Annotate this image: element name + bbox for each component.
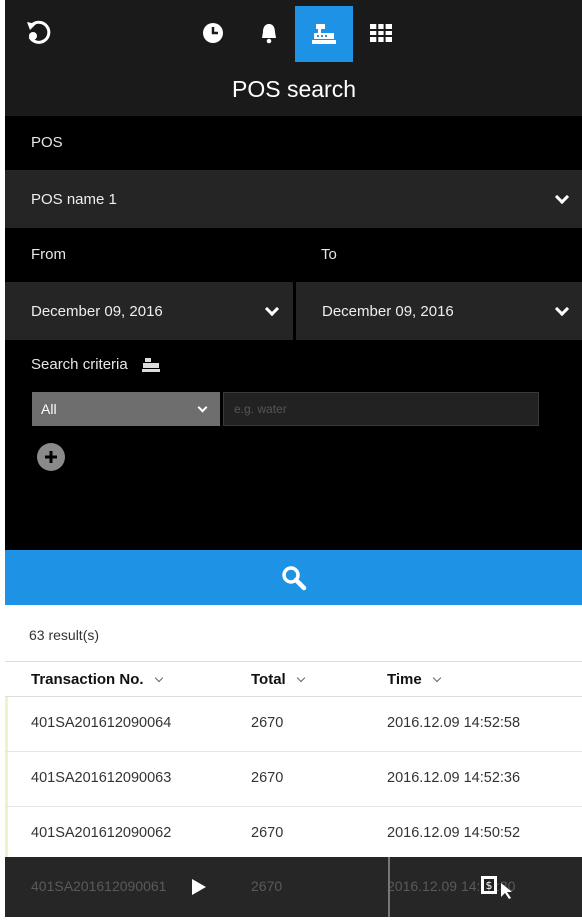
register-icon [141,357,160,372]
bell-icon[interactable] [247,10,291,56]
snapshot-cursor-icon: $ [481,876,512,899]
search-button[interactable] [5,550,582,605]
search-icon [282,565,307,590]
column-header-transaction[interactable]: Transaction No. [31,671,163,688]
table-row[interactable]: 401SA201612090063 2670 2016.12.09 14:52:… [5,752,582,807]
chevron-down-icon [264,301,280,317]
column-header-total[interactable]: Total [251,671,305,688]
sort-chevron-icon [296,673,305,682]
from-label: From [31,245,66,263]
plus-icon [45,451,57,463]
play-icon [192,879,206,895]
criteria-type-select[interactable]: All [32,392,220,426]
column-header-time[interactable]: Time [387,671,441,688]
snapshot-button[interactable]: $ [479,873,519,901]
column-header-label: Transaction No. [31,671,144,688]
pos-search-screen: POS search POS POS name 1 From To Decemb… [5,0,582,924]
total-value: 2670 [251,825,284,841]
criteria-placeholder: e.g. water [234,402,287,416]
play-button[interactable] [189,877,209,897]
pos-register-icon[interactable] [295,6,353,62]
criteria-keyword-input[interactable]: e.g. water [223,392,539,426]
time-value: 2016.12.09 14:52:58 [387,715,521,731]
column-header-label: Total [251,671,286,688]
top-nav-bar [5,0,582,62]
transaction-no: 401SA201612090063 [31,770,172,786]
table-row[interactable]: 401SA201612090062 2670 2016.12.09 14:50:… [5,807,582,862]
time-value: 2016.12.09 14:50:52 [387,825,521,841]
chevron-down-icon [554,301,570,317]
page-title: POS search [232,75,356,102]
date-labels-row: From To [5,228,582,280]
time-value: 2016.12.09 14:52:36 [387,770,521,786]
transaction-no: 401SA201612090062 [31,825,172,841]
to-label: To [321,245,337,263]
pos-name-select[interactable]: POS name 1 [5,170,582,228]
total-value: 2670 [251,770,284,786]
transaction-no: 401SA201612090064 [31,715,172,731]
total-value: 2670 [251,878,283,894]
back-icon[interactable] [19,14,59,50]
search-criteria-header: Search criteria [31,356,160,373]
to-date-select[interactable]: December 09, 2016 [296,282,582,340]
results-table-header: Transaction No. Total Time [5,661,582,697]
search-criteria-label: Search criteria [31,356,128,373]
from-date-value: December 09, 2016 [31,302,163,320]
criteria-type-value: All [41,401,57,417]
divider [388,857,390,917]
from-date-select[interactable]: December 09, 2016 [5,282,293,340]
pos-label: POS [5,116,582,168]
page-title-bar: POS search [5,62,582,116]
sort-chevron-icon [432,673,441,682]
column-header-label: Time [387,671,422,688]
table-row[interactable]: 401SA201612090064 2670 2016.12.09 14:52:… [5,697,582,752]
chevron-down-icon [554,189,570,205]
bottom-action-bar: 401SA201612090061 2670 2016.12.09 14:50:… [5,857,582,917]
total-value: 2670 [251,715,284,731]
grid-icon[interactable] [359,10,403,56]
add-criteria-button[interactable] [37,443,65,471]
pos-name-value: POS name 1 [31,190,117,208]
transaction-no: 401SA201612090061 [31,878,167,894]
svg-text:$: $ [486,879,493,892]
clock-icon[interactable] [191,10,235,56]
result-count: 63 result(s) [29,627,100,643]
chevron-down-icon [197,402,208,413]
sort-chevron-icon [154,673,163,682]
to-date-value: December 09, 2016 [322,302,454,320]
